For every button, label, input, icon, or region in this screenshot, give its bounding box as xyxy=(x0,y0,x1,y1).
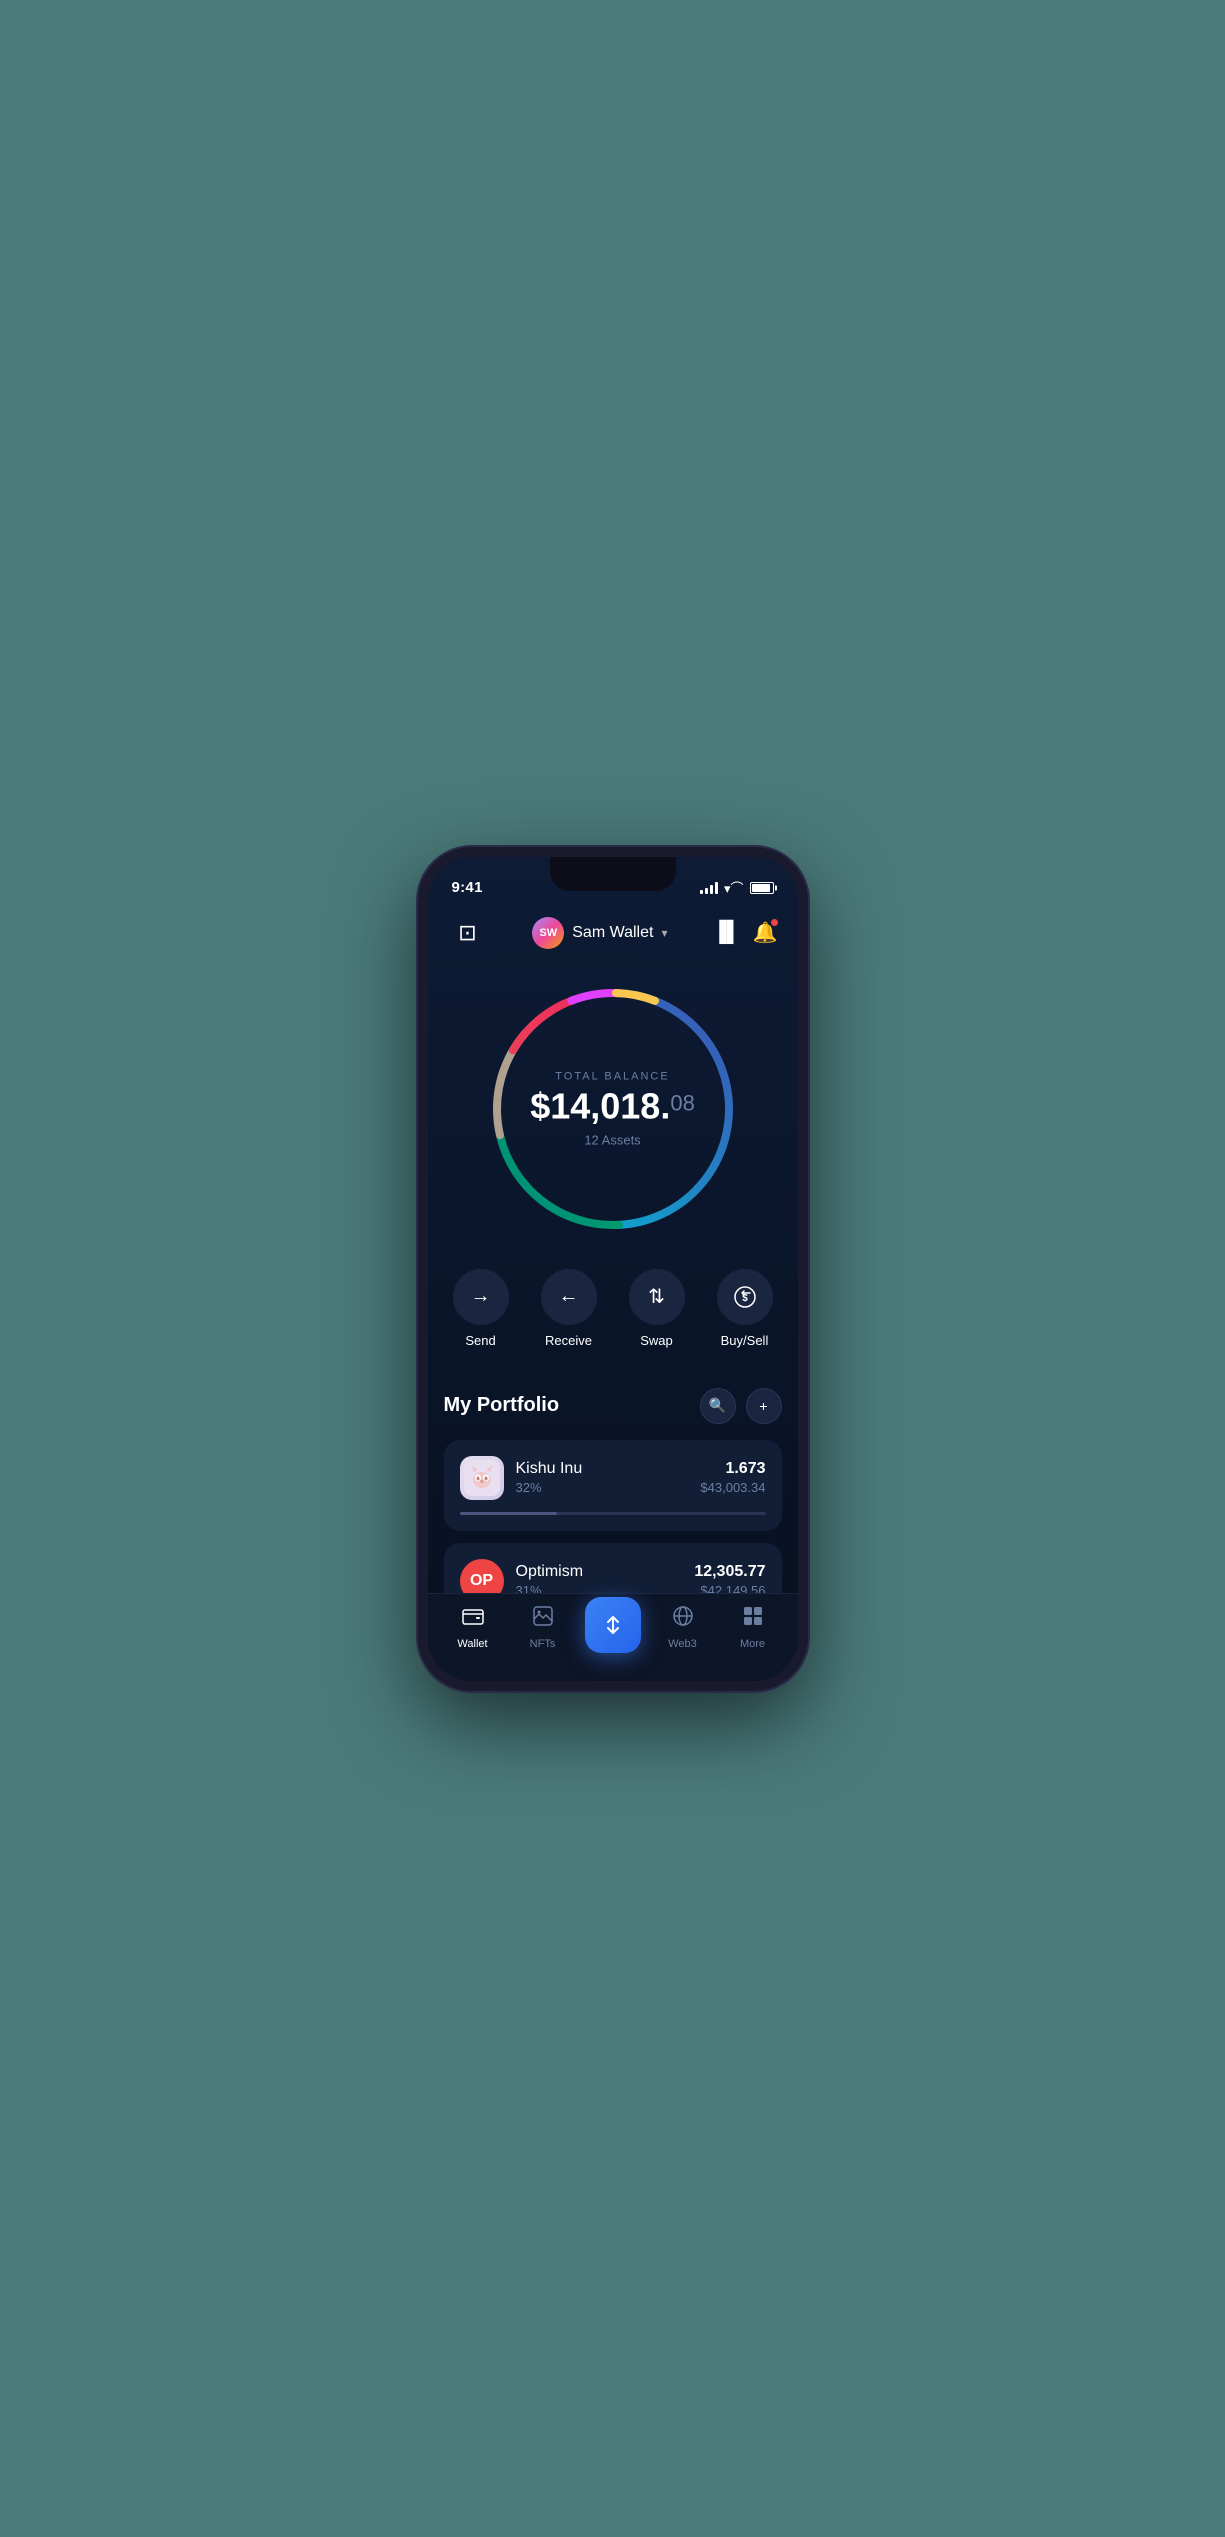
chart-icon[interactable]: ▐▌ xyxy=(712,921,740,944)
balance-assets: 12 Assets xyxy=(530,1132,695,1147)
buysell-icon: $ xyxy=(734,1286,756,1308)
notification-badge xyxy=(770,918,779,927)
notifications-button[interactable]: 🔔 xyxy=(753,920,778,945)
profile-selector[interactable]: SW Sam Wallet ▾ xyxy=(532,917,667,949)
scan-icon: ⊡ xyxy=(458,920,476,946)
kishu-icon xyxy=(460,1456,504,1500)
buysell-button[interactable]: $ Buy/Sell xyxy=(717,1269,773,1348)
web3-icon xyxy=(671,1604,695,1634)
buysell-icon-circle: $ xyxy=(717,1269,773,1325)
chevron-down-icon: ▾ xyxy=(661,926,667,940)
nav-wallet-label: Wallet xyxy=(457,1638,487,1650)
nfts-icon xyxy=(531,1604,555,1634)
optimism-amount: 12,305.77 xyxy=(694,1563,765,1581)
signal-icon xyxy=(700,882,718,894)
action-buttons: → Send ← Receive ⇅ Swap $ Buy/Se xyxy=(428,1269,798,1388)
kishu-amount: 1.673 xyxy=(700,1460,765,1478)
receive-icon-circle: ← xyxy=(541,1269,597,1325)
status-time: 9:41 xyxy=(452,879,483,896)
balance-ring: TOTAL BALANCE $14,018. 08 12 Assets xyxy=(483,979,743,1239)
nav-nfts[interactable]: NFTs xyxy=(508,1604,578,1650)
header: ⊡ SW Sam Wallet ▾ ▐▌ 🔔 xyxy=(428,905,798,969)
bottom-nav: Wallet NFTs xyxy=(428,1593,798,1681)
nav-nfts-label: NFTs xyxy=(530,1638,556,1650)
kishu-progress-bar xyxy=(460,1512,766,1515)
nav-web3[interactable]: Web3 xyxy=(648,1604,718,1650)
header-right: ▐▌ 🔔 xyxy=(712,920,777,945)
buysell-label: Buy/Sell xyxy=(721,1333,769,1348)
nav-wallet[interactable]: Wallet xyxy=(438,1604,508,1650)
scan-button[interactable]: ⊡ xyxy=(448,913,488,953)
receive-button[interactable]: ← Receive xyxy=(541,1269,597,1348)
more-icon xyxy=(741,1604,765,1634)
balance-main: $14,018. xyxy=(530,1088,670,1124)
portfolio-header: My Portfolio 🔍 + xyxy=(444,1388,782,1424)
nav-more[interactable]: More xyxy=(718,1604,788,1650)
status-icons: ▾⌒ xyxy=(700,878,774,897)
swap-icon-circle: ⇅ xyxy=(629,1269,685,1325)
nav-web3-label: Web3 xyxy=(668,1638,697,1650)
balance-amount: $14,018. 08 xyxy=(530,1088,695,1124)
balance-cents: 08 xyxy=(670,1092,694,1114)
avatar: SW xyxy=(532,917,564,949)
send-icon-circle: → xyxy=(453,1269,509,1325)
asset-row-kishu: Kishu Inu 32% 1.673 $43,003.34 xyxy=(460,1456,766,1500)
send-button[interactable]: → Send xyxy=(453,1269,509,1348)
balance-section: TOTAL BALANCE $14,018. 08 12 Assets xyxy=(428,969,798,1269)
kishu-progress-fill xyxy=(460,1512,558,1515)
swap-label: Swap xyxy=(640,1333,673,1348)
center-action-button[interactable] xyxy=(585,1597,641,1653)
kishu-logo xyxy=(464,1460,500,1496)
kishu-pct: 32% xyxy=(516,1480,583,1495)
wifi-icon: ▾⌒ xyxy=(724,878,744,897)
asset-left-kishu: Kishu Inu 32% xyxy=(460,1456,583,1500)
portfolio-title: My Portfolio xyxy=(444,1394,560,1417)
send-label: Send xyxy=(465,1333,495,1348)
battery-icon xyxy=(750,882,774,894)
balance-label: TOTAL BALANCE xyxy=(530,1070,695,1082)
kishu-usd: $43,003.34 xyxy=(700,1480,765,1495)
search-icon: 🔍 xyxy=(709,1397,726,1414)
profile-name: Sam Wallet xyxy=(572,924,653,942)
asset-right-kishu: 1.673 $43,003.34 xyxy=(700,1460,765,1495)
center-action-icon xyxy=(601,1613,625,1637)
balance-content: TOTAL BALANCE $14,018. 08 12 Assets xyxy=(530,1070,695,1147)
portfolio-actions: 🔍 + xyxy=(700,1388,782,1424)
optimism-name: Optimism xyxy=(516,1563,584,1581)
portfolio-add-button[interactable]: + xyxy=(746,1388,782,1424)
nav-more-label: More xyxy=(740,1638,765,1650)
receive-label: Receive xyxy=(545,1333,592,1348)
portfolio-search-button[interactable]: 🔍 xyxy=(700,1388,736,1424)
add-icon: + xyxy=(759,1398,767,1414)
kishu-name: Kishu Inu xyxy=(516,1460,583,1478)
nav-center[interactable] xyxy=(578,1597,648,1657)
wallet-icon xyxy=(461,1604,485,1634)
swap-button[interactable]: ⇅ Swap xyxy=(629,1269,685,1348)
asset-card-kishu[interactable]: Kishu Inu 32% 1.673 $43,003.34 xyxy=(444,1440,782,1531)
